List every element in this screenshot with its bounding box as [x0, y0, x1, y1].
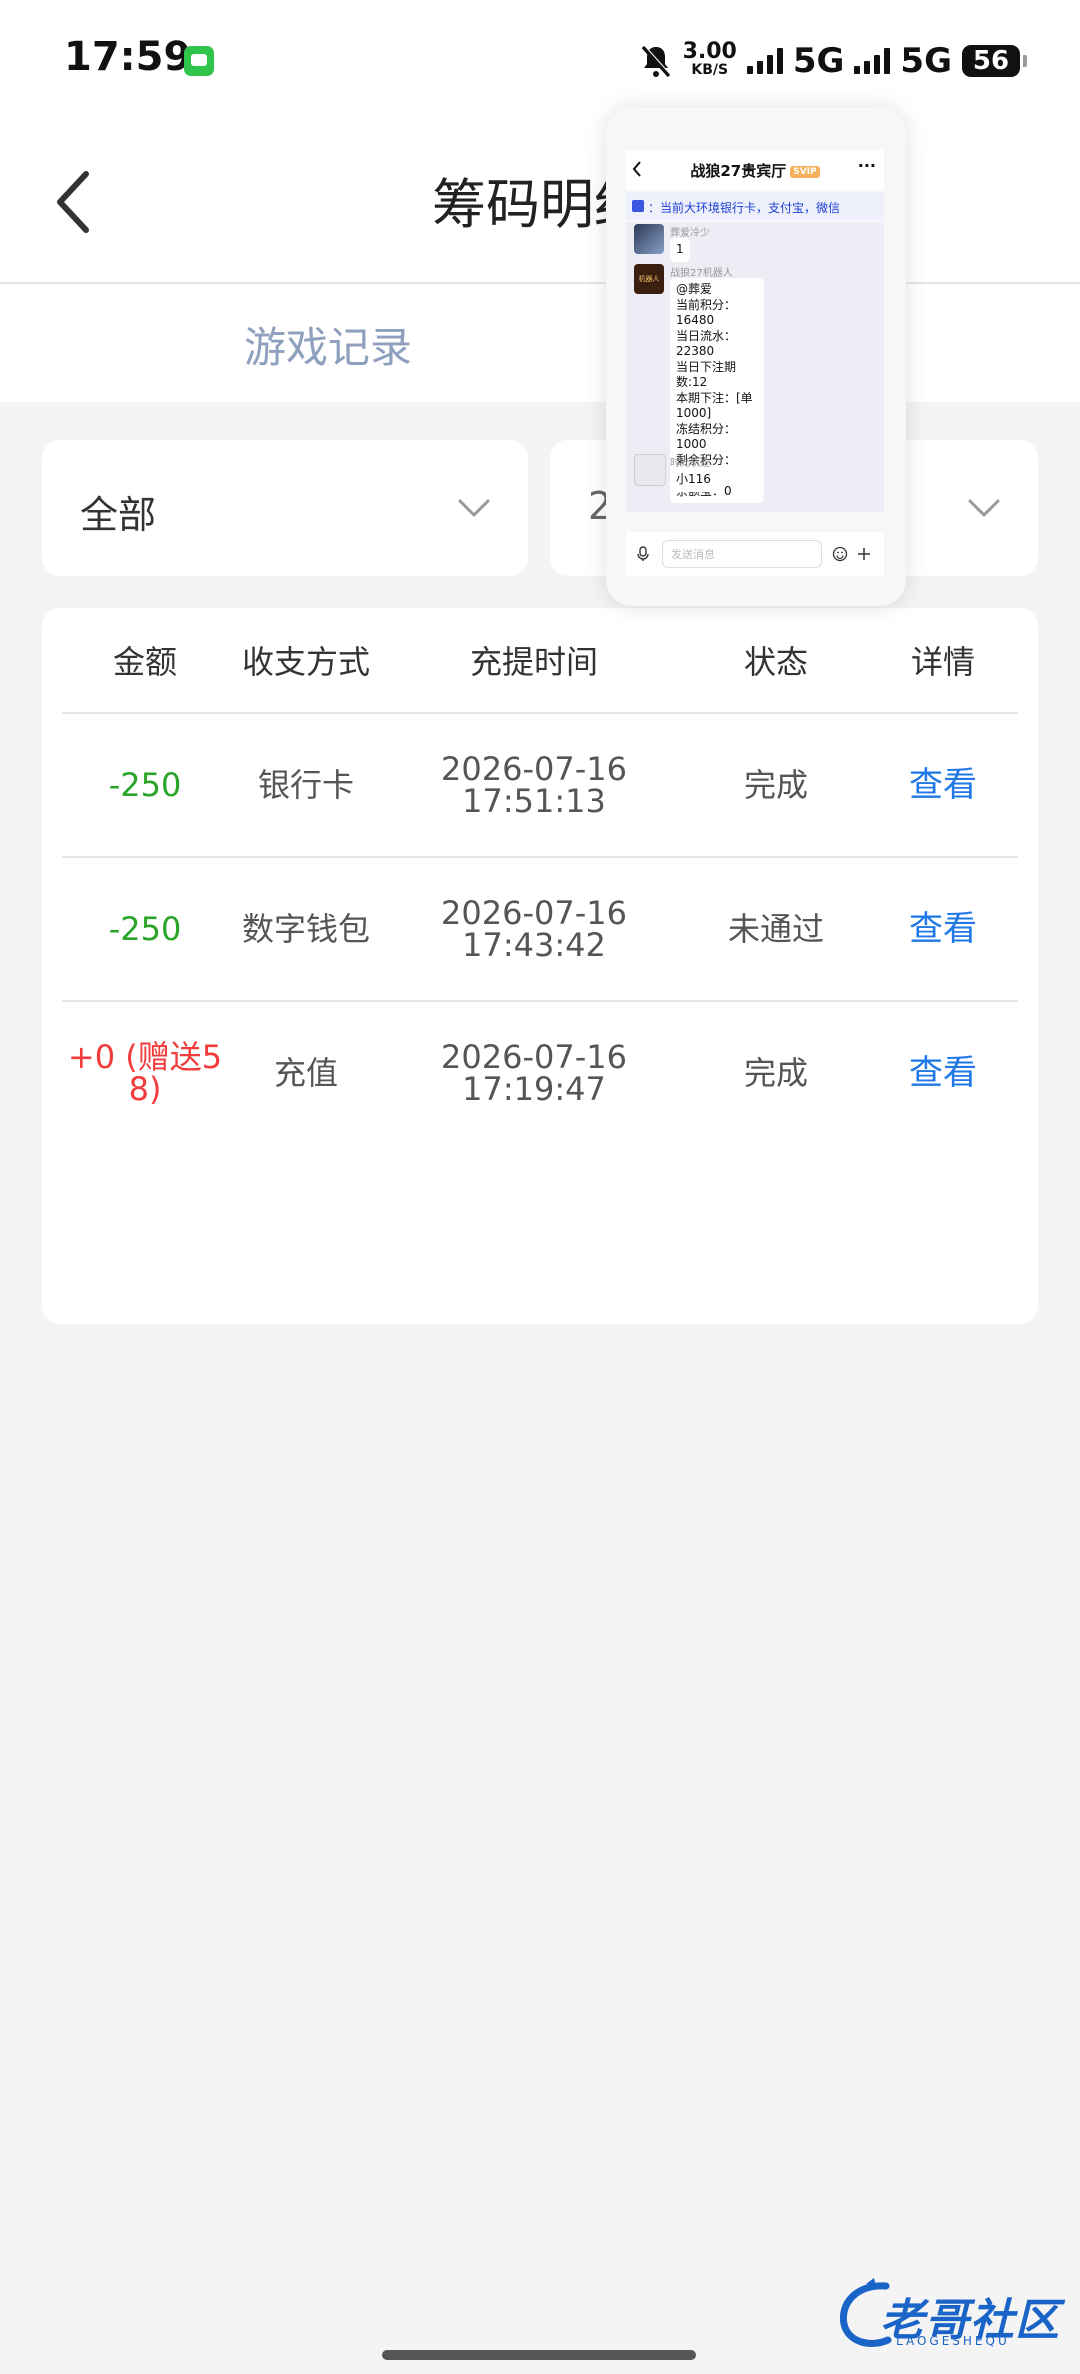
row-time-date: 2026-07-16	[441, 1038, 627, 1076]
msg-line: 当日流水：22380	[676, 328, 737, 359]
msg-line: 当前积分：16480	[676, 297, 737, 328]
battery-icon: 56	[962, 45, 1027, 77]
view-detail-link[interactable]: 查看	[868, 858, 1018, 1000]
row-method: 充值	[273, 1054, 338, 1092]
sender-name: 战狼27机器人	[670, 268, 733, 279]
signal-icon-2	[854, 48, 891, 74]
avatar	[634, 224, 664, 254]
messages-app-icon	[184, 46, 214, 76]
header-detail: 详情	[910, 643, 975, 681]
chat-input-bar: 发送消息	[626, 532, 884, 576]
type-filter-value: 全部	[80, 493, 157, 537]
more-icon[interactable]: ···	[858, 156, 876, 175]
chat-notice: ：当前大环境银行卡，支付宝，微信	[626, 192, 884, 220]
msg-line: 本期下注：[单1000]	[676, 390, 753, 421]
msg-line: 冻结积分：1000	[676, 421, 737, 452]
view-detail-link[interactable]: 查看	[868, 1002, 1018, 1144]
chat-notice-text: ：当前大环境银行卡，支付宝，微信	[648, 201, 841, 215]
sender-name: 时光轨迹	[670, 458, 710, 469]
row-time: 2026-07-16 17:51:13	[384, 714, 684, 856]
header-method: 收支方式	[241, 643, 370, 681]
msg-line: @葬爱	[676, 282, 713, 296]
tab-bar: 游戏记录	[0, 284, 1080, 402]
row-amount: +0 (赠送5 8)	[62, 1002, 228, 1144]
net-speed-value: 3.00	[682, 39, 737, 64]
floating-chat-window[interactable]: 战狼27贵宾厅 SVIP ··· ：当前大环境银行卡，支付宝，微信 葬爱冷少 1 …	[606, 108, 906, 606]
header-status: 状态	[743, 643, 808, 681]
chat-messages: 葬爱冷少 1 机器人 战狼27机器人 @葬爱 当前积分：16480 当日流水：2…	[626, 222, 884, 512]
records-table: 金额 收支方式 充提时间 状态 详情 -250 银行卡 2026-07-16 1…	[42, 608, 1038, 1324]
row-method: 银行卡	[257, 766, 354, 804]
row-method: 数字钱包	[241, 910, 370, 948]
header-amount: 金额	[112, 643, 177, 681]
row-status: 完成	[743, 766, 808, 804]
page-title: 筹码明细	[432, 173, 648, 236]
message-bubble: 小116	[670, 468, 717, 492]
message-bubble: 1	[670, 238, 690, 262]
status-time: 17:59	[64, 34, 192, 80]
type-filter-select[interactable]: 全部	[42, 440, 528, 576]
chevron-down-icon	[968, 499, 1000, 517]
avatar	[634, 454, 666, 486]
row-time-clock: 17:19:47	[462, 1070, 606, 1108]
chat-vip-tag: SVIP	[790, 165, 820, 178]
top-nav-bar: 筹码明细	[0, 120, 1080, 284]
row-amount: -250	[108, 766, 182, 804]
watermark-subtext: LAOGESHEQU	[896, 2334, 1010, 2348]
msg-line: 当日下注期数:12	[676, 359, 737, 390]
net-speed: 3.00 KB/S	[682, 39, 737, 79]
sender-name: 葬爱冷少	[670, 228, 710, 239]
chevron-down-icon	[458, 499, 490, 517]
microphone-icon[interactable]	[636, 546, 650, 562]
row-amount-line2: 8)	[128, 1070, 162, 1108]
row-time-text: 2026-07-16 17:51:13	[441, 750, 627, 820]
row-time: 2026-07-16 17:19:47	[384, 1002, 684, 1144]
chat-message-input[interactable]: 发送消息	[662, 540, 822, 568]
chat-header: 战狼27贵宾厅 SVIP ···	[626, 150, 884, 190]
home-indicator[interactable]	[382, 2350, 696, 2360]
emoji-icon[interactable]	[832, 546, 848, 562]
mute-bell-icon	[641, 45, 671, 78]
header-time: 充提时间	[469, 643, 598, 681]
robot-avatar: 机器人	[634, 264, 664, 294]
network-type-2: 5G	[900, 41, 952, 81]
row-status: 完成	[743, 1054, 808, 1092]
row-amount-line1: +0 (赠送5	[67, 1038, 223, 1076]
chat-title: 战狼27贵宾厅 SVIP	[626, 160, 884, 181]
tab-game-records[interactable]: 游戏记录	[244, 314, 412, 375]
signal-icon	[746, 48, 783, 74]
table-header: 金额 收支方式 充提时间 状态 详情	[62, 608, 1018, 714]
row-time-clock: 17:43:42	[462, 926, 606, 964]
speaker-icon	[632, 200, 644, 212]
network-type-1: 5G	[792, 41, 845, 81]
row-time-date: 2026-07-16	[441, 894, 627, 932]
row-status: 未通过	[727, 910, 824, 948]
row-amount: -250	[108, 910, 182, 948]
table-row: -250 银行卡 2026-07-16 17:51:13 完成 查看	[62, 714, 1018, 858]
view-detail-link[interactable]: 查看	[868, 714, 1018, 856]
status-bar: 17:59 3.00 KB/S 5G 5G 56	[0, 0, 1080, 120]
table-row: +0 (赠送5 8) 充值 2026-07-16 17:19:47 完成 查看	[62, 1002, 1018, 1144]
watermark-logo: 老哥社区 LAOGESHEQU	[836, 2278, 1064, 2352]
chat-title-text: 战狼27贵宾厅	[690, 162, 787, 180]
table-row: -250 数字钱包 2026-07-16 17:43:42 未通过 查看	[62, 858, 1018, 1002]
row-time: 2026-07-16 17:43:42	[384, 858, 684, 1000]
status-icons: 3.00 KB/S 5G 5G 56	[639, 36, 1027, 86]
plus-icon[interactable]	[856, 546, 872, 562]
